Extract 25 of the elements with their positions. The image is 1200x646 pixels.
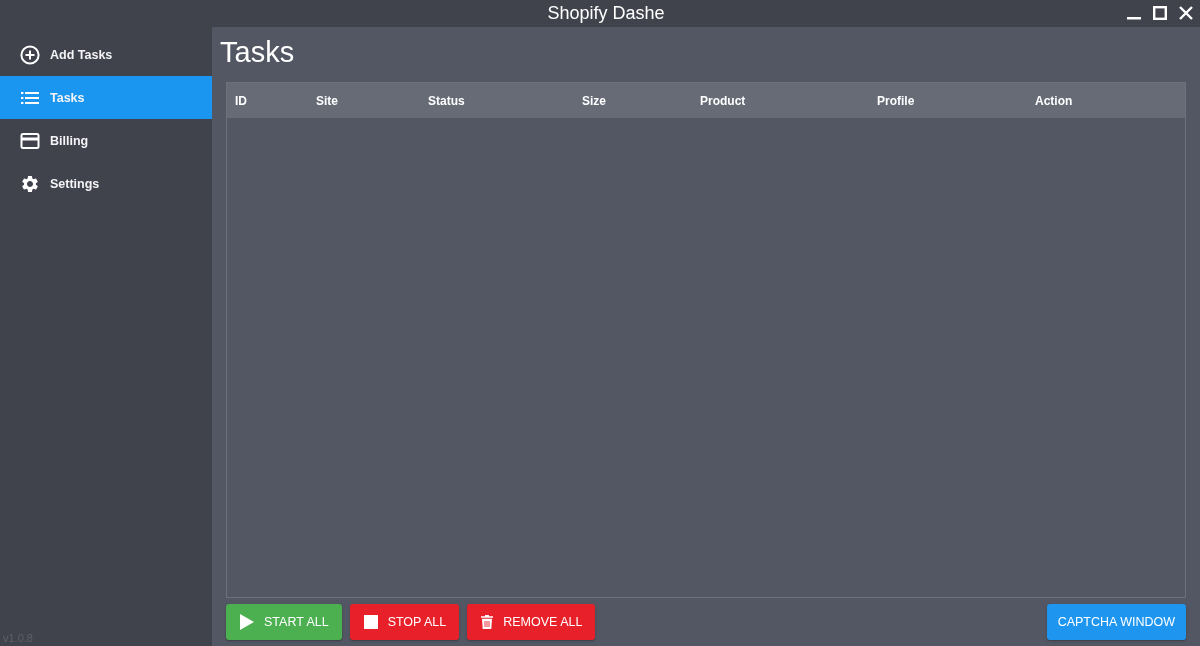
credit-card-icon — [20, 130, 40, 151]
sidebar-item[interactable]: Add Tasks — [0, 33, 212, 76]
settings-icon — [20, 173, 40, 194]
column-header: Status — [428, 93, 465, 108]
sidebar-item[interactable]: Tasks — [0, 76, 212, 119]
column-header: Product — [700, 93, 746, 108]
add-circle-icon — [20, 44, 40, 65]
column-header: ID — [235, 93, 247, 108]
play-icon — [240, 614, 254, 630]
remove-all-button[interactable]: REMOVE ALL — [467, 604, 596, 640]
close-icon[interactable] — [1179, 6, 1193, 20]
page-heading: Tasks — [220, 35, 295, 70]
trash-icon — [481, 615, 494, 629]
stop-all-button[interactable]: STOP ALL — [349, 604, 460, 640]
sidebar-item[interactable]: Billing — [0, 119, 212, 162]
column-header: Profile — [877, 93, 915, 108]
column-header: Site — [316, 93, 338, 108]
maximize-icon[interactable] — [1153, 6, 1167, 20]
column-header: Action — [1035, 93, 1073, 108]
stop-icon — [363, 615, 378, 629]
sidebar-item[interactable]: Settings — [0, 162, 212, 205]
start-all-button[interactable]: START ALL — [226, 604, 342, 640]
column-header: Size — [582, 93, 606, 108]
captcha-window-button[interactable]: CAPTCHA WINDOW — [1046, 604, 1186, 640]
window-title: Shopify Dashe — [547, 3, 665, 24]
